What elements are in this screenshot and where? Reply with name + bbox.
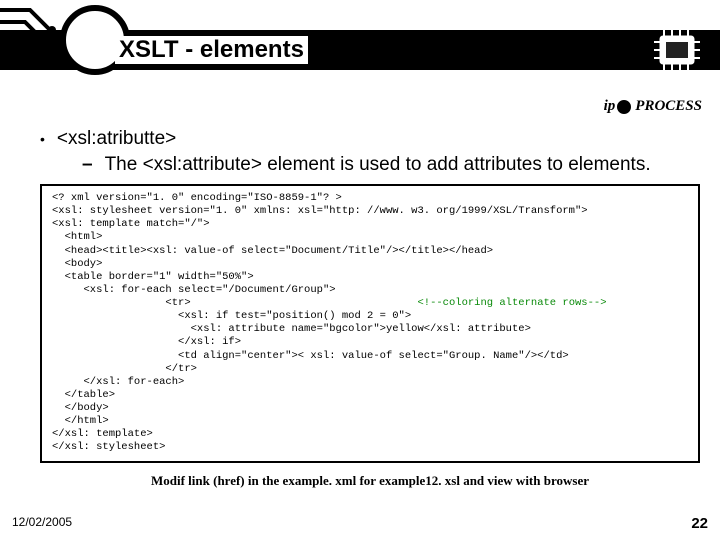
code-comment: <!--coloring alternate rows-->	[417, 297, 606, 309]
slide-content: • <xsl:atributte> – The <xsl:attribute> …	[40, 128, 700, 489]
footer-page-number: 22	[691, 515, 708, 532]
logo-dot-icon	[617, 100, 631, 114]
sub-bullet-text: The <xsl:attribute> element is used to a…	[105, 154, 651, 176]
sub-bullet-item: – The <xsl:attribute> element is used to…	[82, 154, 700, 176]
bullet-icon: •	[40, 131, 45, 147]
slide-title: XSLT - elements	[115, 36, 308, 64]
caption-text: Modif link (href) in the example. xml fo…	[40, 473, 700, 489]
bullet-text: <xsl:atributte>	[57, 128, 176, 150]
slide-header: XSLT - elements	[0, 0, 720, 80]
logo-text-ip: ip	[604, 98, 616, 115]
bullet-item: • <xsl:atributte>	[40, 128, 700, 150]
footer-date: 12/02/2005	[12, 515, 72, 532]
brand-logo: ip PROCESS	[604, 98, 702, 115]
chip-icon	[652, 28, 702, 72]
slide-footer: 12/02/2005 22	[12, 515, 708, 532]
logo-text-process: PROCESS	[635, 98, 702, 115]
code-example: <? xml version="1. 0" encoding="ISO-8859…	[40, 184, 700, 463]
dash-icon: –	[82, 154, 93, 176]
